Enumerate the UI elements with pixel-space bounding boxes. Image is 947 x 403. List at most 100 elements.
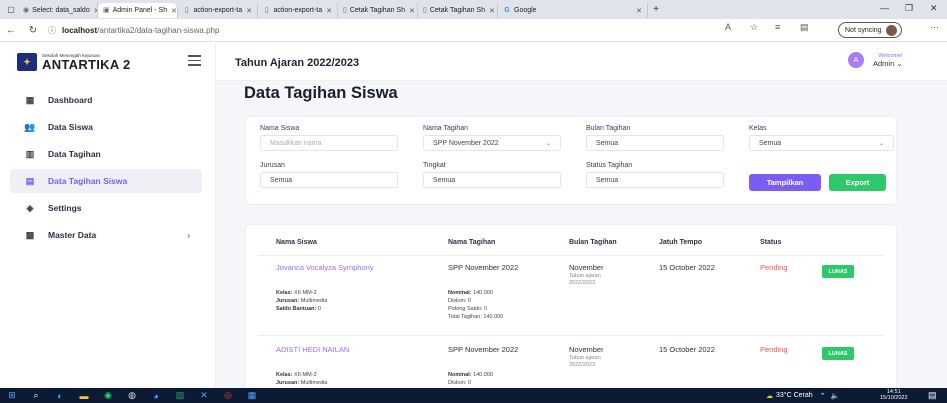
users-icon: 👥 [24,121,36,132]
sync-button[interactable]: Not syncing [838,22,902,38]
avatar: A [848,52,864,68]
nama-siswa-input[interactable]: Masukkan nama [260,135,398,151]
dashboard-icon: ▦ [25,94,35,105]
browser-tab[interactable]: ▯ action-export-ta ✕ [178,3,258,18]
main-content: Data Tagihan Siswa Nama Siswa Masukkan n… [216,81,947,395]
nama-tagihan-select[interactable]: SPP November 2022 ⌄ [423,135,561,151]
minimize-icon[interactable]: — [880,3,889,13]
table-icon: ▥ [25,148,35,159]
close-icon[interactable]: ✕ [636,7,642,15]
close-window-icon[interactable]: ✕ [930,3,938,14]
chevron-down-icon: ⌄ [878,140,884,147]
collections-icon[interactable]: ▤ [800,22,809,33]
browser-tab[interactable]: ▯ Cetak Tagihan Sh ✕ [418,3,498,18]
close-icon[interactable]: ✕ [326,7,332,15]
address-bar: ← ↻ ⓘ localhost/antartika2/data-tagihan-… [0,19,947,42]
spotify-icon[interactable]: ◉ [96,388,120,403]
profile-avatar [885,24,897,36]
browser-tab[interactable]: ◉ Select: data_saldo ✕ [18,3,98,18]
bulan-tagihan-select[interactable]: Semua [586,135,724,151]
taskbar: ⊞ ⌕ ◐ ▬ ◉ ◍ ◕ ▧ ✕ ◎ ▦ ☁ 33°C Cerah ⌃ 🔈 1… [0,388,947,403]
chevron-down-icon: ⌄ [896,58,903,68]
lunas-button[interactable]: LUNAS [822,265,854,278]
browser-tab[interactable]: ▯ action-export-ta ✕ [258,3,338,18]
new-tab-button[interactable]: + [648,4,664,15]
refresh-icon[interactable]: ↻ [22,25,44,36]
tampilkan-button[interactable]: Tampilkan [749,174,821,191]
jurusan-select[interactable]: Semua [260,172,398,188]
weather-icon: ☁ [766,392,773,400]
settings-icon: ◈ [26,202,34,213]
page-icon: ▯ [264,6,269,14]
page-title: Data Tagihan Siswa [244,84,398,102]
clock[interactable]: 14:51 15/10/2022 [880,389,908,401]
sidebar-item-master-data[interactable]: ▩ Master Data › [10,223,202,247]
back-icon[interactable]: ← [0,25,22,36]
brand[interactable]: ✦ Sekolah Menengah Kejuruan ANTARTIKA 2 [17,53,131,71]
document-icon: ▤ [25,175,35,186]
close-icon[interactable]: ✕ [246,7,252,15]
user-menu[interactable]: A Welcome! Admin ⌄ [848,52,903,68]
student-name-link[interactable]: Jovanca Vocalyza Symphony [276,263,374,272]
favorites-icon[interactable]: ≡ [775,22,780,32]
sidebar: ✦ Sekolah Menengah Kejuruan ANTARTIKA 2 … [0,43,216,388]
tingkat-select[interactable]: Semua [423,172,561,188]
system-tray: ☁ 33°C Cerah ⌃ 🔈 [766,392,840,400]
school-icon: ▣ [103,6,110,14]
sidebar-menu: ▦ Dashboard 👥 Data Siswa ▥ Data Tagihan … [10,88,202,250]
close-icon[interactable]: ✕ [409,7,415,15]
filter-card: Nama Siswa Masukkan nama Nama Tagihan SP… [246,117,896,204]
browser-tab[interactable]: ▯ Cetak Tagihan Sh ✕ [338,3,418,18]
close-icon[interactable]: ✕ [171,7,177,15]
close-icon[interactable]: ✕ [489,7,495,15]
grid-icon: ▩ [25,229,35,240]
page-icon: ▯ [423,6,427,14]
browser-tab-active[interactable]: ▣ Admin Panel - Sh ✕ [98,3,178,18]
page-icon: ▯ [343,6,347,14]
status-tagihan-select[interactable]: Semua [586,172,724,188]
browser-tab-bar: ▢ ◉ Select: data_saldo ✕ ▣ Admin Panel -… [0,0,947,19]
restore-icon[interactable]: ❐ [905,3,913,14]
app-icon[interactable]: ◍ [120,388,144,403]
kelas-select[interactable]: Semua ⌄ [749,135,894,151]
notification-icon[interactable]: ▤ [928,390,937,401]
google-icon: G [504,6,510,14]
vscode-icon[interactable]: ✕ [192,388,216,403]
top-bar: Tahun Ajaran 2022/2023 A Welcome! Admin … [216,43,947,81]
billing-table: Nama Siswa Nama Tagihan Bulan Tagihan Ja… [246,225,896,395]
search-icon[interactable]: ⌕ [24,388,48,403]
chevron-down-icon: ⌄ [545,140,551,147]
word-icon[interactable]: ▦ [240,388,264,403]
status-badge: Pending [760,263,788,272]
windows-start-icon[interactable]: ⊞ [0,388,24,403]
chevron-up-icon[interactable]: ⌃ [820,392,826,400]
edge-icon[interactable]: ◐ [48,388,72,403]
sidebar-item-dashboard[interactable]: ▦ Dashboard [10,88,202,112]
browser-tab[interactable]: G Google ✕ [498,3,648,18]
lunas-button[interactable]: LUNAS [822,347,854,360]
status-badge: Pending [760,345,788,354]
sidebar-item-data-tagihan[interactable]: ▥ Data Tagihan [10,142,202,166]
tab-actions-icon[interactable]: ▢ [4,4,18,16]
page-icon: ▯ [184,6,189,14]
browser-icon[interactable]: ◕ [144,388,168,403]
hamburger-menu-icon[interactable] [188,55,201,69]
sidebar-item-settings[interactable]: ◈ Settings [10,196,202,220]
favorite-icon[interactable]: ☆ [750,22,758,33]
chrome-icon[interactable]: ◎ [216,388,240,403]
more-icon[interactable]: ⋯ [930,22,939,33]
school-logo-icon: ✦ [17,53,37,71]
sidebar-item-data-tagihan-siswa[interactable]: ▤ Data Tagihan Siswa [10,169,202,193]
database-icon: ◉ [23,6,30,14]
read-aloud-icon[interactable]: A [725,22,731,32]
sidebar-item-data-siswa[interactable]: 👥 Data Siswa [10,115,202,139]
chevron-right-icon: › [187,230,190,240]
file-explorer-icon[interactable]: ▬ [72,388,96,403]
volume-icon[interactable]: 🔈 [831,392,840,400]
academic-year-title: Tahun Ajaran 2022/2023 [235,57,360,69]
excel-icon[interactable]: ▧ [168,388,192,403]
info-icon: ⓘ [48,25,56,35]
url-field[interactable]: ⓘ localhost/antartika2/data-tagihan-sisw… [44,22,694,39]
student-name-link[interactable]: ADISTI HEDI NAILAN [276,345,349,354]
export-button[interactable]: Export [829,174,886,191]
